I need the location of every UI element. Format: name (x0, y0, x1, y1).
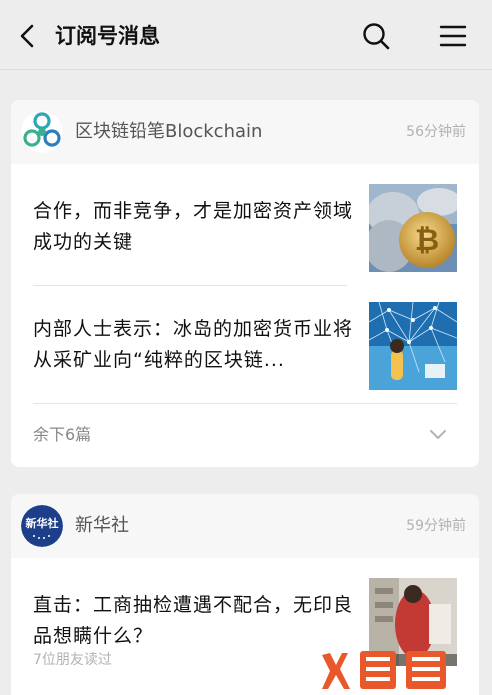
account-name[interactable]: 区块链铅笔Blockchain (75, 118, 262, 146)
article-title[interactable]: 内部人士表示：冰岛的加密货币业将从采矿业向“纯粹的区块链... (33, 314, 353, 376)
search-icon[interactable] (360, 20, 392, 52)
divider (33, 403, 457, 404)
article-item[interactable]: 内部人士表示：冰岛的加密货币业将从采矿业向“纯粹的区块链... (11, 286, 479, 403)
back-arrow-icon[interactable] (14, 20, 42, 52)
article-title[interactable]: 合作，而非竞争，才是加密资产领域成功的关键 (33, 196, 353, 258)
svg-text:新华社: 新华社 (26, 516, 59, 530)
article-item[interactable]: 合作，而非竞争，才是加密资产领域成功的关键 ₿ (11, 168, 479, 285)
friends-read-count: 7位朋友读过 (33, 652, 112, 668)
chevron-down-icon[interactable] (429, 429, 447, 441)
watermark-logo (318, 645, 478, 693)
feed-card[interactable]: 区块链铅笔Blockchain 56分钟前 合作，而非竞争，才是加密资产领域成功… (11, 100, 479, 467)
timestamp: 56分钟前 (406, 124, 466, 140)
bitcoin-coins-image[interactable]: ₿ (369, 184, 457, 272)
top-bar: 订阅号消息 (0, 0, 492, 70)
blockchain-network-image[interactable] (369, 302, 457, 390)
more-articles-label[interactable]: 余下6篇 (33, 423, 91, 447)
timestamp: 59分钟前 (406, 518, 466, 534)
article-title[interactable]: 直击：工商抽检遭遇不配合，无印良品想瞒什么？ (33, 590, 353, 652)
svg-text:₿: ₿ (415, 223, 439, 258)
expand-more-row[interactable]: 余下6篇 (11, 407, 479, 463)
xinhua-logo-icon[interactable]: 新华社 (21, 505, 63, 547)
page-title: 订阅号消息 (55, 24, 160, 48)
blockchain-logo-icon[interactable] (21, 111, 63, 153)
feed-card-header[interactable]: 新华社 新华社 59分钟前 (11, 494, 479, 558)
feed-card-header[interactable]: 区块链铅笔Blockchain 56分钟前 (11, 100, 479, 164)
account-name[interactable]: 新华社 (75, 512, 129, 540)
menu-icon[interactable] (437, 20, 469, 52)
